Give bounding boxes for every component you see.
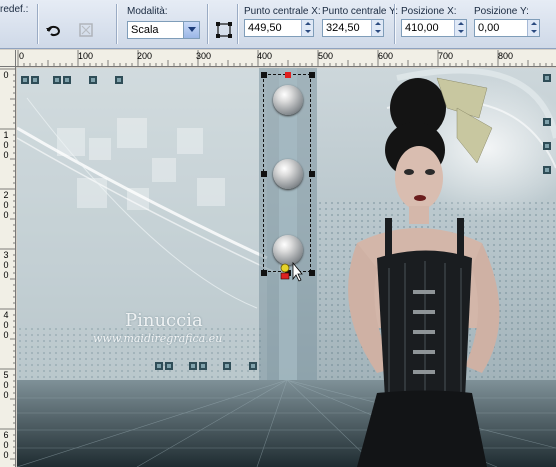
image-canvas[interactable]: Pinuccia www.maidiregrafica.eu [17,68,556,467]
center-x-field[interactable]: 449,50 [244,19,314,37]
metal-sphere [273,159,303,189]
ruler-label: 0 [3,330,9,340]
reset-button[interactable] [75,19,97,41]
tool-options-toolbar: redef.: Modalità: Scala Punto centrale X… [0,0,556,49]
toolbar-separator [394,4,395,44]
ruler-label: 3 [3,250,9,260]
center-x-value: 449,50 [248,22,282,34]
pos-y-value: 0,00 [478,22,500,34]
center-y-field[interactable]: 324,50 [322,19,384,37]
ruler-label: 0 [3,210,9,220]
ruler-label: 2 [3,190,9,200]
ruler-label: 0 [3,260,9,270]
selection-rectangle[interactable] [261,72,315,276]
resize-handle[interactable] [261,171,267,177]
vertical-ruler: 0 1 0 0 2 0 0 3 0 0 4 0 0 5 0 0 6 0 0 [0,67,16,467]
ruler-label: 0 [3,140,9,150]
preset-label: redef.: [0,4,29,15]
ruler-label: 0 [3,440,9,450]
ruler-label: 0 [19,51,25,61]
metal-sphere [273,85,303,115]
ruler-label: 0 [3,390,9,400]
pick-cursor-icon [280,261,303,282]
chevron-down-icon[interactable] [183,22,199,38]
pos-x-field[interactable]: 410,00 [401,19,467,37]
center-y-spinner[interactable] [371,20,383,36]
ruler-label: 300 [196,51,212,61]
horizontal-ruler: 0 100 200 300 400 500 600 700 800 [16,50,556,67]
toolbar-separator [116,4,117,44]
ruler-label: 0 [3,380,9,390]
ruler-label: 0 [3,270,9,280]
ruler-label: 6 [3,430,9,440]
ruler-label: 0 [3,320,9,330]
resize-handle[interactable] [261,270,267,276]
resize-handle[interactable] [309,72,315,78]
ruler-label: 100 [78,51,94,61]
pick-tool-button[interactable] [213,19,235,41]
ruler-label: 0 [3,200,9,210]
reset-icon [79,23,93,37]
mode-label: Modalità: [127,6,168,17]
ruler-label: 400 [257,51,273,61]
watermark-title: Pinuccia [125,310,203,331]
ruler-label: 500 [318,51,334,61]
ruler-label: 0 [3,150,9,160]
pos-x-spinner[interactable] [454,20,466,36]
ruler-label: 800 [498,51,514,61]
ruler-ticks [17,50,553,66]
resize-handle[interactable] [309,171,315,177]
ruler-label: 0 [3,450,9,460]
psp-editor: redef.: Modalità: Scala Punto centrale X… [0,0,556,467]
center-y-value: 324,50 [326,22,360,34]
ruler-label: 4 [3,310,9,320]
center-x-spinner[interactable] [301,20,313,36]
mode-select[interactable]: Scala [127,21,200,39]
pos-x-label: Posizione X: [401,6,457,17]
ruler-corner [0,50,16,67]
center-y-label: Punto centrale Y: [322,6,398,17]
watermark-url: www.maidiregrafica.eu [93,332,223,345]
resize-handle[interactable] [261,72,267,78]
pick-tool-icon [216,22,232,38]
undo-arrow-button[interactable] [43,19,65,41]
ruler-label: 5 [3,370,9,380]
pos-y-label: Posizione Y: [474,6,529,17]
undo-arrow-icon [46,25,61,36]
pos-y-field[interactable]: 0,00 [474,19,540,37]
resize-handle[interactable] [309,270,315,276]
ruler-label: 1 [3,130,9,140]
rotate-handle[interactable] [285,72,291,78]
ruler-label: 700 [438,51,454,61]
toolbar-separator [37,4,38,44]
center-x-label: Punto centrale X: [244,6,321,17]
ruler-label: 600 [378,51,394,61]
pos-y-spinner[interactable] [527,20,539,36]
ruler-label: 200 [137,51,153,61]
pos-x-value: 410,00 [405,22,439,34]
mode-select-value: Scala [131,24,159,36]
toolbar-separator [237,4,238,44]
toolbar-separator [207,4,208,44]
ruler-label: 0 [3,70,9,80]
